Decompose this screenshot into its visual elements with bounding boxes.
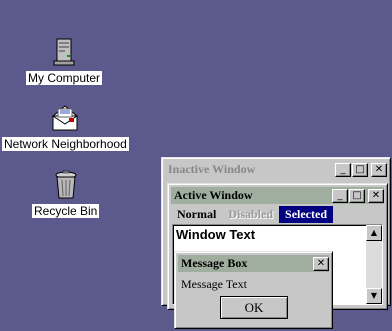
message-text: Message Text — [181, 277, 247, 291]
scroll-up-button[interactable]: ▲ — [366, 225, 382, 241]
vertical-scrollbar[interactable]: ▲ ▼ — [366, 225, 382, 304]
window-text: Window Text — [176, 227, 256, 242]
computer-icon — [48, 36, 80, 68]
close-button[interactable]: ✕ — [371, 162, 387, 177]
menu-item-normal[interactable]: Normal — [171, 206, 222, 223]
message-box-titlebar[interactable]: Message Box ✕ — [178, 255, 329, 272]
message-box-title: Message Box — [181, 256, 248, 270]
scroll-down-button[interactable]: ▼ — [366, 288, 382, 304]
recycle-bin-icon — [50, 169, 82, 201]
menu-item-disabled: Disabled — [228, 206, 274, 221]
menu-item-selected[interactable]: Selected — [279, 205, 333, 223]
close-button[interactable]: ✕ — [313, 256, 329, 271]
desktop-icon-network-neighborhood[interactable]: Network Neighborhood — [2, 102, 129, 151]
desktop-icon-label: Recycle Bin — [32, 204, 100, 218]
close-button[interactable]: ✕ — [368, 188, 384, 203]
window-title: Inactive Window — [168, 162, 256, 176]
window-title: Active Window — [174, 188, 253, 202]
desktop-icon-label: My Computer — [26, 71, 103, 85]
desktop-icon-label: Network Neighborhood — [2, 137, 129, 151]
ok-button[interactable]: OK — [220, 296, 288, 319]
desktop-icon-recycle-bin[interactable]: Recycle Bin — [32, 169, 100, 218]
message-box[interactable]: Message Box ✕ Message Text OK — [174, 251, 333, 329]
maximize-button[interactable]: □ — [352, 162, 368, 177]
network-icon — [49, 102, 81, 134]
minimize-button[interactable]: _ — [335, 162, 351, 177]
minimize-button[interactable]: _ — [332, 188, 348, 203]
inactive-window-titlebar[interactable]: Inactive Window _ □ ✕ — [165, 161, 387, 178]
menu-bar: Normal Disabled Selected — [171, 205, 384, 223]
maximize-button[interactable]: □ — [349, 188, 365, 203]
active-window-titlebar[interactable]: Active Window _ □ ✕ — [171, 187, 384, 204]
desktop-icon-my-computer[interactable]: My Computer — [26, 36, 103, 85]
